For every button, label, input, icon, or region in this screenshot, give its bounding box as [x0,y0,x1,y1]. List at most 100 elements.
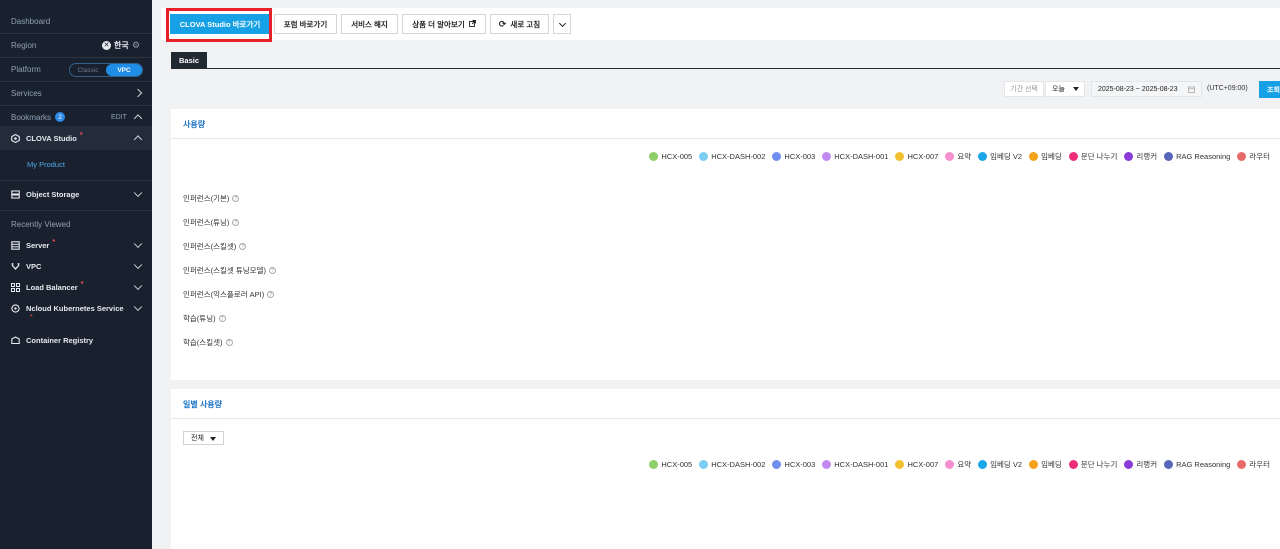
legend-item[interactable]: HCX-007 [895,460,938,469]
legend-item[interactable]: 임베딩 V2 [978,459,1022,470]
sidebar-item-my-product[interactable]: My Product [0,152,152,176]
legend-item[interactable]: HCX-DASH-001 [822,152,888,161]
tab-basic[interactable]: Basic [171,52,207,68]
platform-option-classic[interactable]: Classic [70,64,106,76]
sidebar-dashboard[interactable]: Dashboard [0,9,152,33]
legend-item[interactable]: 리랭커 [1124,459,1157,470]
legend-label: 문단 나누기 [1080,460,1118,469]
sidebar-item-label: Server [26,240,50,250]
help-icon[interactable]: ? [239,243,247,250]
legend-item[interactable]: HCX-DASH-002 [699,460,765,469]
sidebar-item-clova-studio[interactable]: CLOVA Studio * [0,126,152,150]
legend-dot [1164,460,1174,469]
refresh-label: 새로 고침 [510,19,541,29]
services-label: Services [11,88,42,98]
platform-label: Platform [11,64,41,74]
help-icon[interactable]: ? [267,291,275,298]
refresh-button[interactable]: ⟳ 새로 고침 [490,14,549,34]
platform-option-vpc[interactable]: VPC [106,64,142,76]
legend-label: HCX-DASH-001 [834,460,889,469]
chevron-down-icon[interactable] [133,281,143,291]
period-label-text: 기간 선택 [1010,86,1038,93]
legend-item[interactable]: HCX-005 [649,460,692,469]
help-icon[interactable]: ? [225,339,233,346]
container-registry-icon [11,335,20,345]
legend-label: HCX-DASH-001 [834,152,889,161]
search-button[interactable]: 조회 [1259,81,1280,98]
legend-label: RAG Reasoning [1176,152,1231,161]
legend-dot [978,460,988,469]
legend-item[interactable]: HCX-DASH-002 [699,152,765,161]
daily-filter-select[interactable]: 전체 [183,431,224,445]
usage-metric-label: 인퍼런스(스킬셋 튜닝모델) [183,266,266,275]
cancel-service-label: 서비스 해지 [351,19,388,29]
new-marker: * [80,280,84,288]
chevron-down-icon[interactable] [133,188,143,198]
chevron-down-icon[interactable] [133,302,143,312]
legend-item[interactable]: 문단 나누기 [1068,151,1117,162]
sidebar: Dashboard Region ✕ 한국 ⚙ Platform Classic… [0,0,152,549]
forum-shortcut-label: 포럼 바로가기 [283,19,328,29]
legend-item[interactable]: 요약 [945,151,971,162]
chevron-up-icon[interactable] [133,114,143,123]
legend-dot [1029,460,1039,469]
help-icon[interactable]: ? [268,267,276,274]
vpc-icon [11,262,20,271]
legend-item[interactable]: HCX-DASH-001 [822,460,888,469]
close-circle-icon: ✕ [102,40,111,50]
legend-item[interactable]: 임베딩 [1029,459,1062,470]
legend-item[interactable]: 요약 [945,459,971,470]
legend-dot [1124,460,1134,469]
legend-dot [1237,152,1247,161]
legend-item[interactable]: 리랭커 [1124,151,1157,162]
legend-label: RAG Reasoning [1176,460,1231,469]
usage-metric-row: 인퍼런스(스킬셋)? [183,241,247,252]
chevron-down-icon[interactable] [133,260,143,270]
sidebar-item-label: Object Storage [26,189,80,199]
legend-item[interactable]: HCX-003 [772,152,815,161]
gear-icon[interactable]: ⚙ [132,40,140,51]
legend-item[interactable]: RAG Reasoning [1164,460,1230,469]
legend-item[interactable]: HCX-005 [649,152,692,161]
bookmarks-edit-button[interactable]: EDIT [111,114,127,121]
legend-dot [772,460,782,469]
help-icon[interactable]: ? [218,315,226,322]
forum-shortcut-button[interactable]: 포럼 바로가기 [274,14,337,34]
platform-toggle[interactable]: Classic VPC [69,63,143,77]
legend-label: HCX-007 [907,460,939,469]
legend-item[interactable]: 문단 나누기 [1068,459,1118,470]
chevron-down-icon[interactable] [133,239,143,249]
more-dropdown-button[interactable] [553,14,571,34]
legend-item[interactable]: 임베딩 V2 [978,151,1022,162]
legend-item[interactable]: 라우터 [1237,151,1270,162]
legend-item[interactable]: HCX-007 [895,152,938,161]
help-icon[interactable]: ? [232,195,240,202]
timezone-label: (UTC+09:00) [1207,85,1248,92]
sidebar-region[interactable]: Region ✕ 한국 ⚙ [0,33,152,57]
legend-item[interactable]: RAG Reasoning [1164,152,1230,161]
chevron-up-icon[interactable] [133,135,143,144]
load-balancer-icon [11,282,20,292]
legend-item[interactable]: 임베딩 [1029,151,1062,162]
usage-metric-label: 학습(스킬셋) [183,338,223,347]
legend-dot [945,460,955,469]
sidebar-services[interactable]: Services [0,81,152,105]
usage-metric-row: 인퍼런스(기본)? [183,193,240,204]
legend-item[interactable]: 라우터 [1237,459,1270,470]
storage-icon [11,189,20,199]
search-button-label: 조회 [1267,86,1280,94]
date-range-input[interactable]: 2025-08-23 ~ 2025-08-23 [1091,81,1202,97]
legend-item[interactable]: HCX-003 [772,460,815,469]
period-select[interactable]: 오늘 [1045,81,1085,97]
legend-label: HCX-003 [784,152,816,161]
usage-metric-label: 인퍼런스(튜닝) [183,218,230,227]
region-selector[interactable]: ✕ 한국 [102,40,129,51]
legend-dot [772,152,782,161]
cancel-service-button[interactable]: 서비스 해지 [341,14,398,34]
help-icon[interactable]: ? [232,219,240,226]
learn-more-button[interactable]: 상품 더 알아보기 [402,14,486,34]
sidebar-item-container-registry[interactable]: Container Registry [0,328,152,352]
server-icon [11,240,20,250]
sidebar-item-object-storage[interactable]: Object Storage [0,182,152,206]
sidebar-item-kubernetes[interactable]: Ncloud Kubernetes Service [0,296,152,320]
